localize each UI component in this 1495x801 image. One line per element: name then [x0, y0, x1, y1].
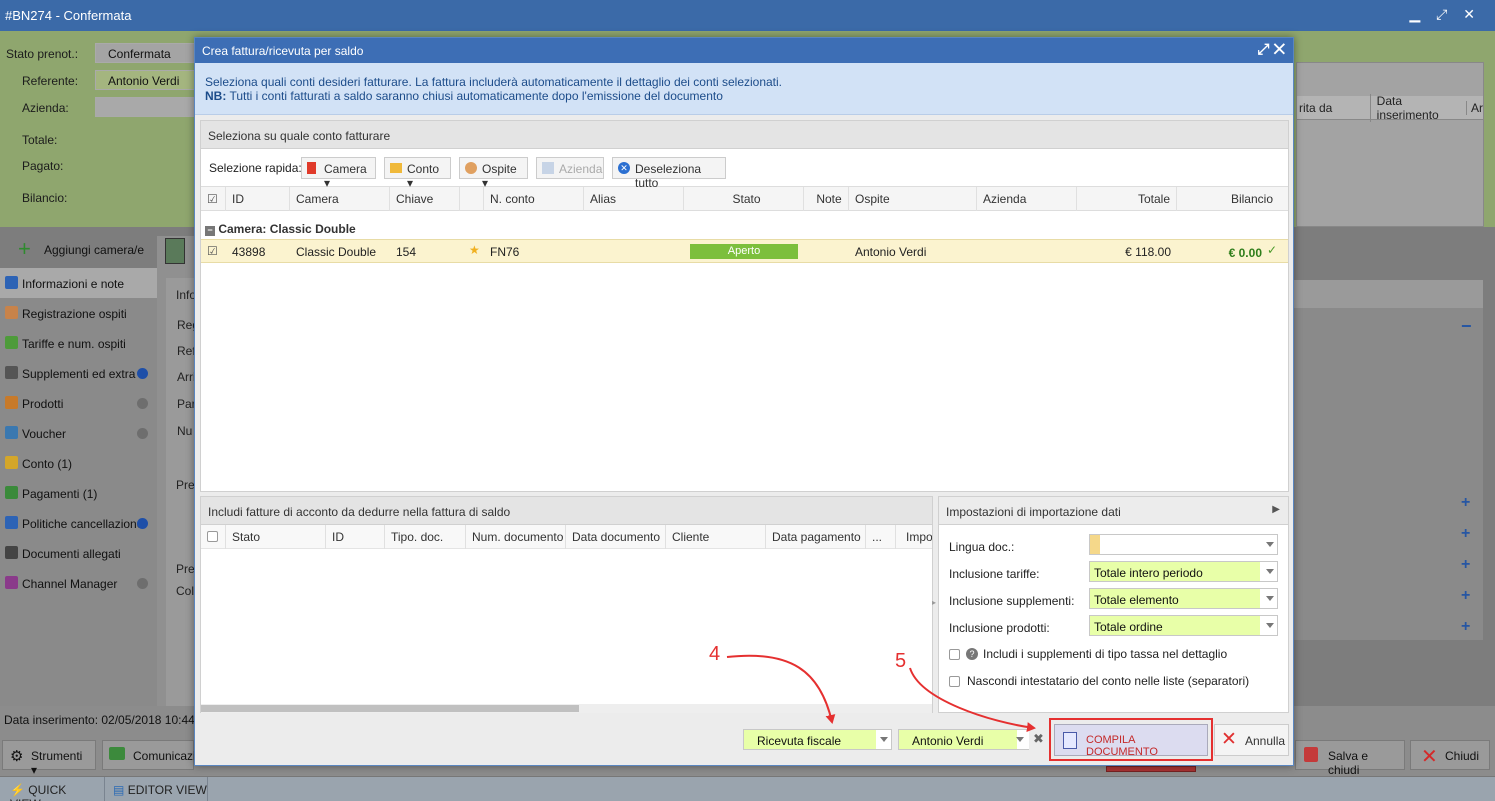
- annotation-number-4: 4: [709, 643, 720, 665]
- annotation-arrow-5: [909, 667, 1036, 733]
- annotation-number-5: 5: [895, 650, 906, 672]
- annotation-overlay: 4 5: [709, 643, 1036, 733]
- annotation-arrow-4: [726, 654, 836, 724]
